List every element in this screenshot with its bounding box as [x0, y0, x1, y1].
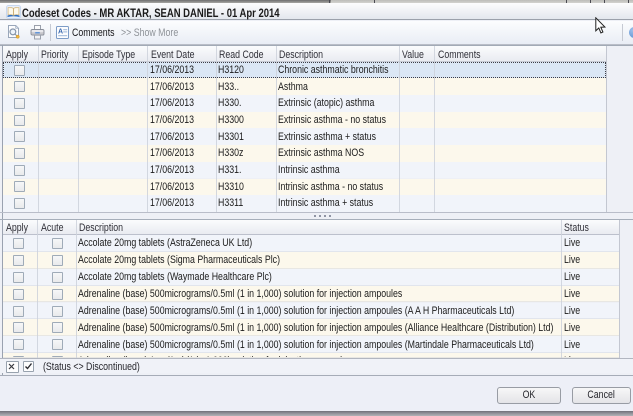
- svg-text:A: A: [58, 29, 63, 36]
